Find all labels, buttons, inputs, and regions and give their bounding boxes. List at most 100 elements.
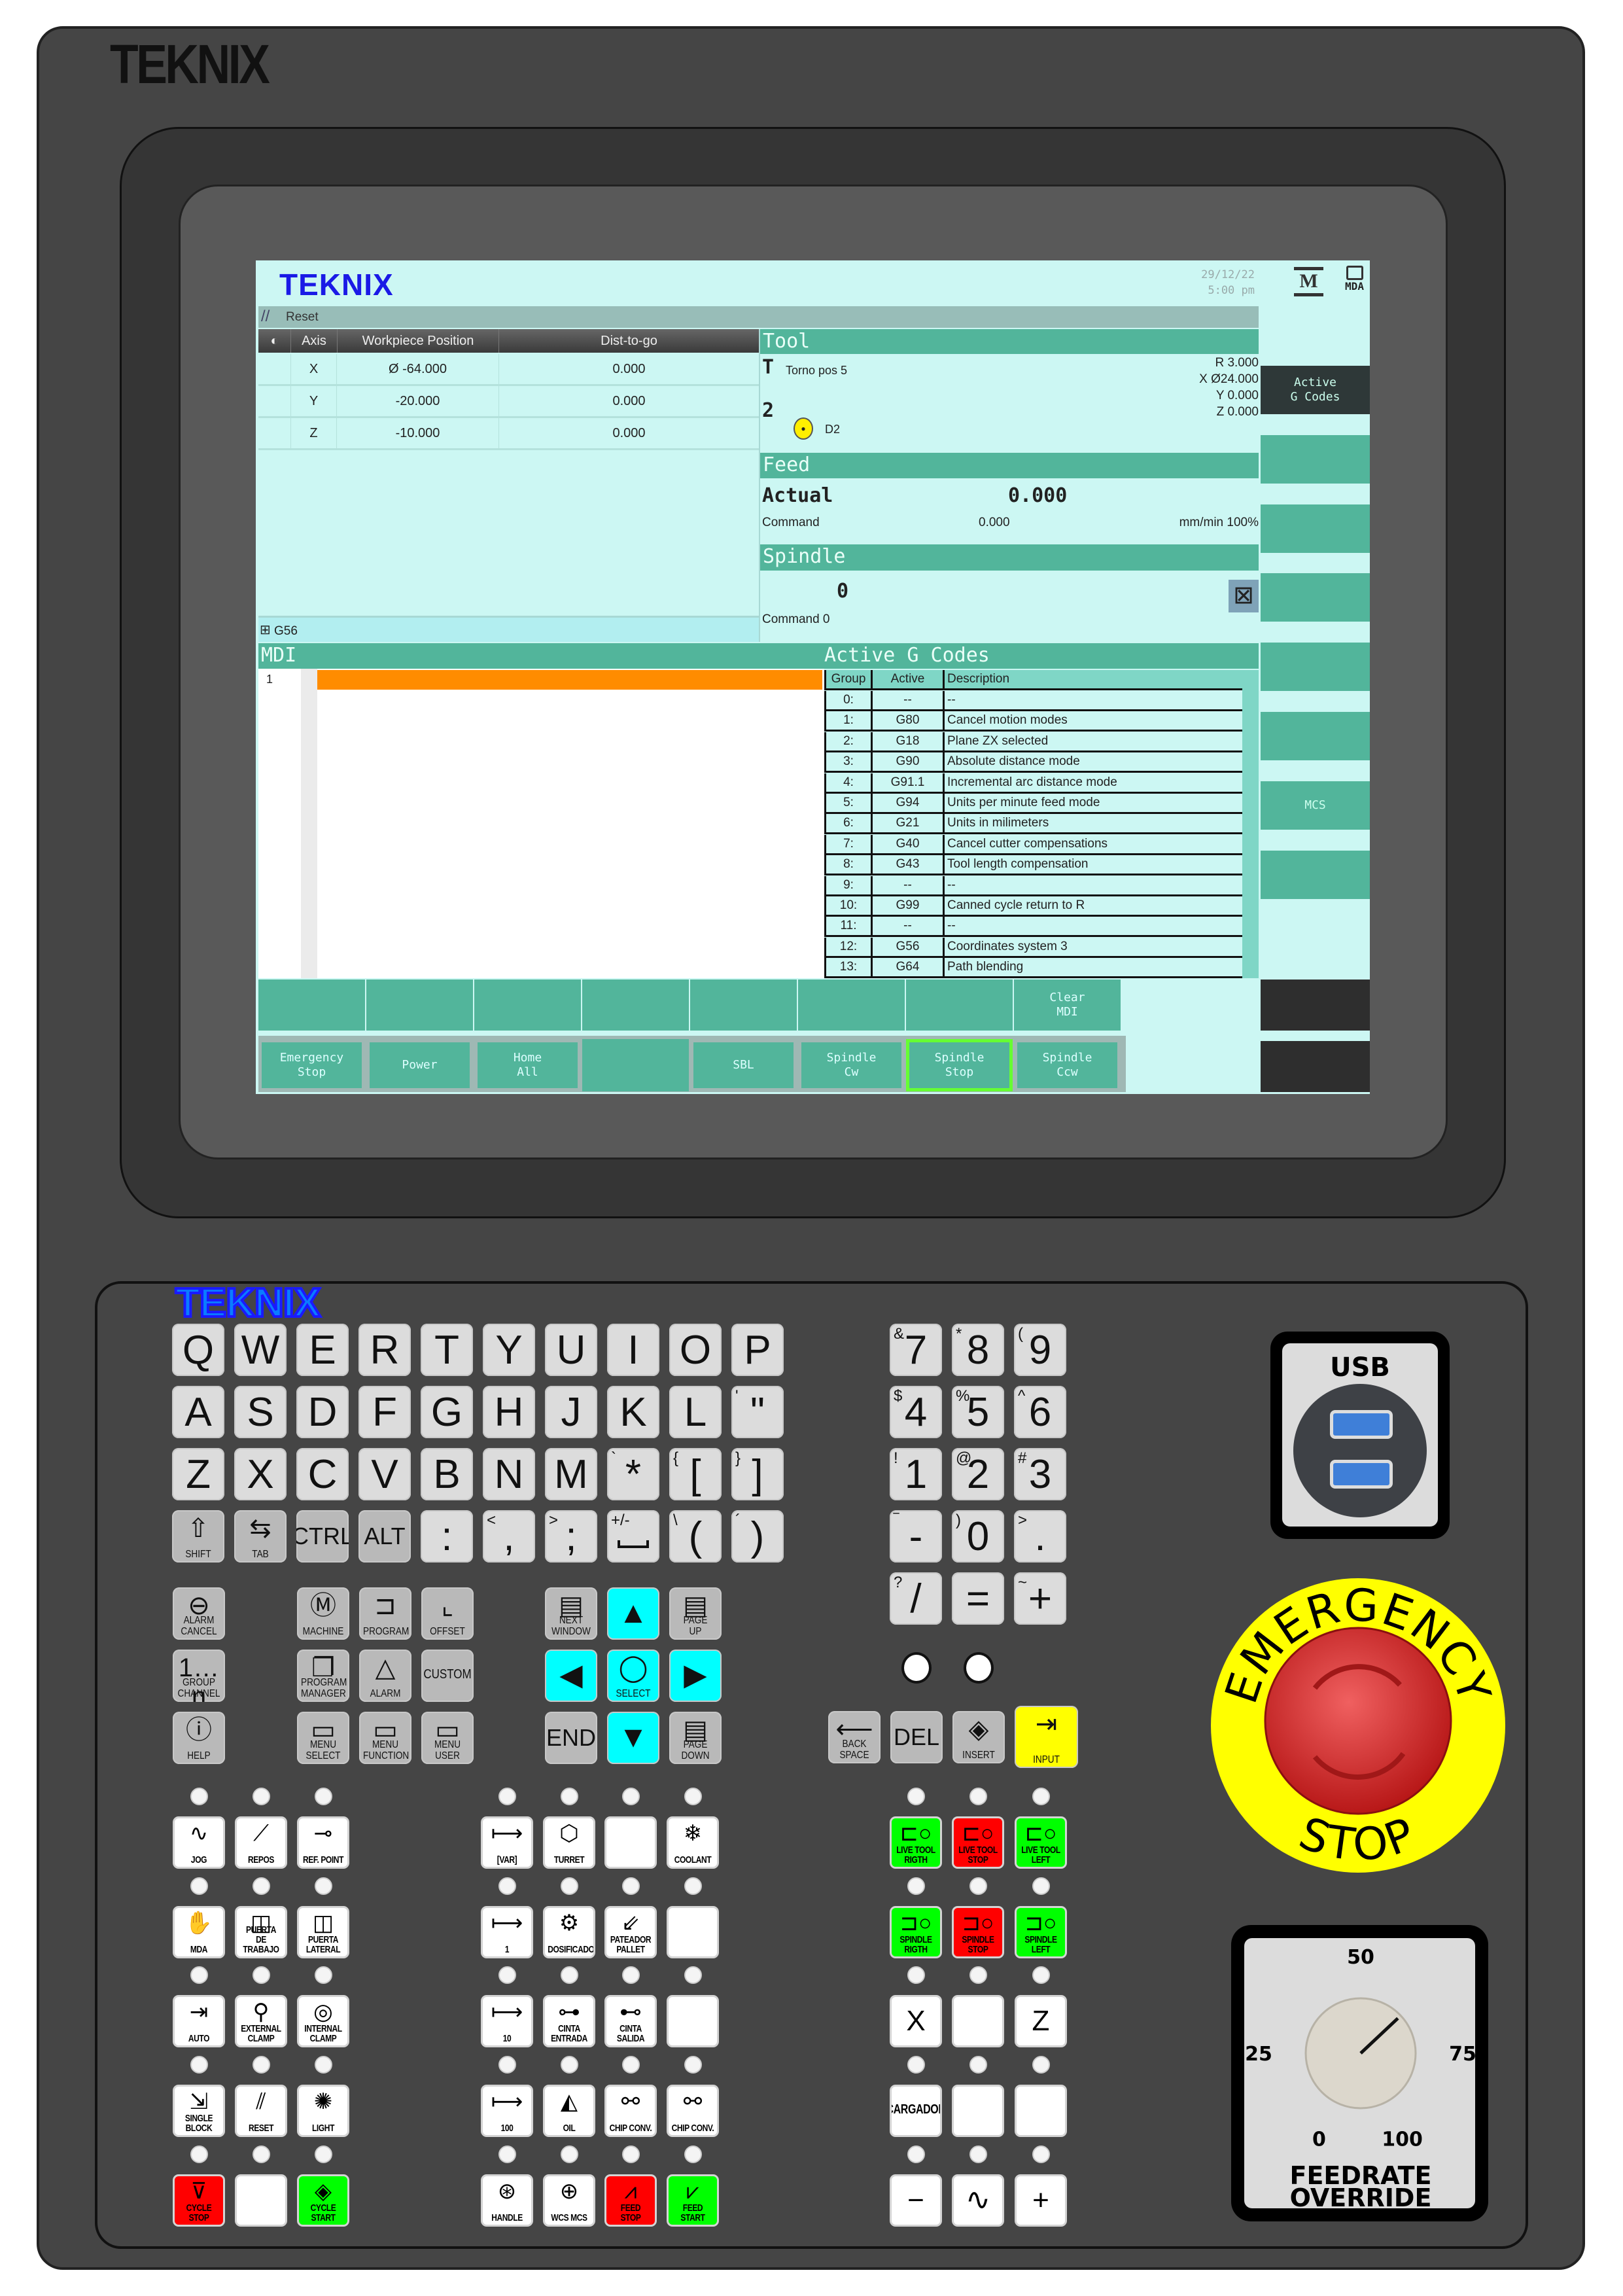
- key-0[interactable]: 0): [952, 1510, 1004, 1563]
- key-1[interactable]: 1!: [890, 1448, 942, 1500]
- key-p[interactable]: P: [731, 1324, 784, 1376]
- bottom-softkey-11[interactable]: Home All: [474, 1039, 581, 1091]
- key-cargador[interactable]: CARGADOR: [890, 2085, 942, 2137]
- key-menu-function[interactable]: ▭ MENU FUNCTION: [359, 1712, 411, 1764]
- axis-row[interactable]: X Ø -64.000 0.000: [258, 354, 759, 386]
- key-h[interactable]: H: [483, 1386, 535, 1438]
- key-auto[interactable]: ⇥ AUTO: [173, 1995, 225, 2047]
- key-y[interactable]: Y: [483, 1324, 535, 1376]
- key-help[interactable]: ⓘ HELP: [173, 1712, 225, 1764]
- key-program[interactable]: ⊐ PROGRAM: [359, 1587, 411, 1640]
- key-arrow-right[interactable]: ▶: [669, 1650, 722, 1702]
- bottom-softkey-1[interactable]: [258, 980, 365, 1031]
- key-dosificador[interactable]: ⚙ DOSIFICADOR: [543, 1906, 595, 1958]
- key-live-tool-stop[interactable]: ⊏○ LIVE TOOL STOP: [952, 1816, 1004, 1869]
- key-turret[interactable]: ⬡ TURRET: [543, 1816, 595, 1869]
- key-symbol[interactable]: - ‾: [890, 1510, 942, 1563]
- key-mda[interactable]: ✋ MDA: [173, 1906, 225, 1958]
- key-input[interactable]: ⇥ INPUT: [1015, 1706, 1078, 1768]
- key-v[interactable]: V: [358, 1448, 411, 1500]
- right-softkey-8[interactable]: [1261, 851, 1370, 899]
- key-coolant[interactable]: ❄ COOLANT: [667, 1816, 719, 1869]
- key-repos[interactable]: ⟋ REPOS: [235, 1816, 287, 1869]
- right-softkey-3[interactable]: [1261, 504, 1370, 553]
- key-alarm-cancel[interactable]: ⊖ ALARM CANCEL: [173, 1587, 225, 1640]
- key-l[interactable]: L: [669, 1386, 722, 1438]
- key-r[interactable]: R: [358, 1324, 411, 1376]
- bottom-softkey-12[interactable]: [582, 1039, 689, 1091]
- key-wcs-mcs[interactable]: ⊕ WCS MCS: [543, 2174, 595, 2227]
- key-o[interactable]: O: [669, 1324, 722, 1376]
- key-10[interactable]: ⟼ 10: [481, 1995, 533, 2047]
- bottom-softkey-16[interactable]: Spindle Ccw: [1014, 1039, 1121, 1091]
- key-blank[interactable]: [952, 1995, 1004, 2047]
- key-x[interactable]: X: [890, 1995, 942, 2047]
- key-arrow-down[interactable]: ▼: [607, 1712, 659, 1764]
- feedrate-dial[interactable]: 0 25 50 75 100 FEEDRATE OVERRIDE: [1231, 1925, 1488, 2221]
- key-feed-start[interactable]: ⩗ FEED START: [667, 2174, 719, 2227]
- bottom-softkey-14[interactable]: Spindle Cw: [798, 1039, 905, 1091]
- machine-mode-icon[interactable]: M: [1294, 267, 1323, 296]
- key-8[interactable]: 8 *: [952, 1324, 1004, 1376]
- key-blank[interactable]: [952, 2085, 1004, 2137]
- key-pateador-pallet[interactable]: ⇙ PATEADOR PALLET: [604, 1906, 657, 1958]
- key-feed-stop[interactable]: ⩘ FEED STOP: [604, 2174, 657, 2227]
- key-machine[interactable]: Ⓜ MACHINE: [297, 1587, 349, 1640]
- key-program-manager[interactable]: ❐ PROGRAM MANAGER: [297, 1650, 349, 1702]
- key-spindle-rigth[interactable]: ⊐○ SPINDLE RIGTH: [890, 1906, 942, 1958]
- key-symbol[interactable]: " ': [731, 1386, 784, 1438]
- key-wave[interactable]: ∿: [952, 2174, 1004, 2227]
- key-puerta-de-trabajo[interactable]: ◫ PUERTA DE TRABAJO: [235, 1906, 287, 1958]
- usb-port-2[interactable]: [1330, 1460, 1393, 1489]
- key-spindle-stop[interactable]: ⊐○ SPINDLE STOP: [952, 1906, 1004, 1958]
- key-i[interactable]: I: [607, 1324, 659, 1376]
- gcodes-scrollbar[interactable]: [1242, 670, 1259, 978]
- key-cinta-entrada[interactable]: ⊶ CINTA ENTRADA: [543, 1995, 595, 2047]
- bottom-softkey-3[interactable]: [474, 980, 581, 1031]
- key-g[interactable]: G: [421, 1386, 473, 1438]
- right-softkey-5[interactable]: [1261, 643, 1370, 691]
- key-symbol[interactable]: /?: [890, 1572, 942, 1625]
- key-2[interactable]: 2 @: [952, 1448, 1004, 1500]
- mdi-cursor-line[interactable]: [317, 670, 822, 690]
- mdi-editor[interactable]: 1: [258, 669, 824, 978]
- key-symbol[interactable]: + ~: [1014, 1572, 1066, 1625]
- axis-row[interactable]: Z -10.000 0.000: [258, 418, 759, 450]
- usb-port-1[interactable]: [1330, 1410, 1393, 1439]
- key-group-channel[interactable]: 1…n GROUP CHANNEL: [173, 1650, 225, 1702]
- key-select[interactable]: ◯ SELECT: [607, 1650, 659, 1702]
- key-j[interactable]: J: [545, 1386, 597, 1438]
- key-reset[interactable]: ⫽ RESET: [235, 2085, 287, 2137]
- key-symbol[interactable]: :: [421, 1510, 473, 1563]
- key-ctrl[interactable]: CTRL: [296, 1510, 349, 1563]
- key-a[interactable]: A: [172, 1386, 224, 1438]
- right-softkey-6[interactable]: [1261, 712, 1370, 760]
- key-symbol[interactable]: [{: [669, 1448, 722, 1500]
- key-u[interactable]: U: [545, 1324, 597, 1376]
- emergency-stop[interactable]: EMERGENCY STOP: [1204, 1570, 1518, 1884]
- bottom-softkey-7[interactable]: [906, 980, 1013, 1031]
- key-symbol[interactable]: , <: [483, 1510, 535, 1563]
- key-arrow-up[interactable]: ▲: [607, 1587, 659, 1640]
- right-softkey-4[interactable]: [1261, 573, 1370, 622]
- key-f[interactable]: F: [358, 1386, 411, 1438]
- key-w[interactable]: W: [234, 1324, 287, 1376]
- softkey-dark-1[interactable]: [1261, 980, 1370, 1031]
- key-symbol[interactable]: −: [890, 2174, 942, 2227]
- key-z[interactable]: Z: [1015, 1995, 1067, 2047]
- key-symbol[interactable]: . >: [1014, 1510, 1066, 1563]
- key-5[interactable]: 5%: [952, 1386, 1004, 1438]
- key-spindle-left[interactable]: ⊐○ SPINDLE LEFT: [1015, 1906, 1067, 1958]
- key-puerta-lateral[interactable]: ◫ PUERTA LATERAL: [297, 1906, 349, 1958]
- key-blank[interactable]: [604, 1816, 657, 1869]
- key-6[interactable]: 6 ^: [1014, 1386, 1066, 1438]
- key-chip-conv[interactable]: ⚯ CHIP CONV.: [667, 2085, 719, 2137]
- key-blank[interactable]: [667, 1906, 719, 1958]
- bottom-softkey-4[interactable]: [582, 980, 689, 1031]
- key-jog[interactable]: ∿ JOG: [173, 1816, 225, 1869]
- key-alt[interactable]: ALT: [358, 1510, 411, 1563]
- key-page-down[interactable]: ▤ PAGE DOWN: [669, 1712, 722, 1764]
- key-next-window[interactable]: ▤ NEXT WINDOW: [545, 1587, 597, 1640]
- bottom-softkey-9[interactable]: Emergency Stop: [258, 1039, 365, 1091]
- key-symbol[interactable]: ; >: [545, 1510, 597, 1563]
